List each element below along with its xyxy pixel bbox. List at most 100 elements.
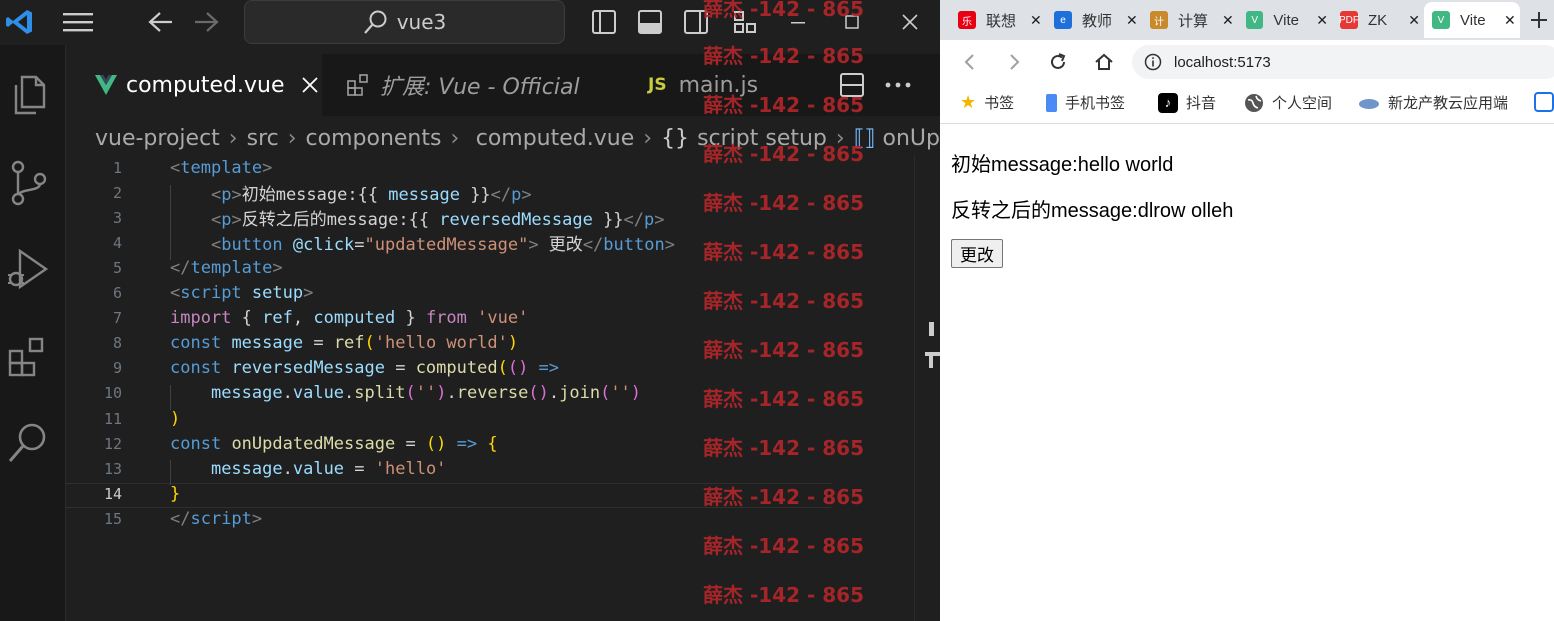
code-token: . xyxy=(282,383,293,404)
close-tab-icon[interactable]: ✕ xyxy=(1504,12,1516,29)
close-window-icon[interactable] xyxy=(896,6,924,38)
line-number: 7 xyxy=(112,309,122,328)
vscode-logo-icon xyxy=(0,0,40,44)
code-token: => xyxy=(528,358,560,379)
forward-icon[interactable] xyxy=(1000,48,1028,76)
tab-computed-vue[interactable]: computed.vue xyxy=(66,54,322,116)
breadcrumb-item[interactable]: vue-project xyxy=(95,126,220,151)
code-token: message xyxy=(388,185,460,206)
close-tab-icon[interactable] xyxy=(301,76,319,94)
original-message: 初始message:hello world xyxy=(951,154,1174,176)
forward-arrow-icon[interactable] xyxy=(188,0,224,44)
breadcrumb-item[interactable]: computed.vue xyxy=(476,126,635,151)
watermark-text: 薛杰 -142 - 865 xyxy=(703,436,864,460)
extensions-icon[interactable] xyxy=(0,329,56,385)
code-token: import xyxy=(170,308,232,329)
code-line[interactable]: 15 </script> xyxy=(66,506,914,531)
bookmark-item[interactable] xyxy=(1534,92,1554,112)
source-control-icon[interactable] xyxy=(0,155,56,211)
browser-tab[interactable]: 乐联想 ✕ xyxy=(950,2,1042,38)
explorer-icon[interactable] xyxy=(0,67,56,123)
tiktok-icon: ♪ xyxy=(1158,92,1178,113)
breadcrumb-item[interactable]: components xyxy=(306,126,442,151)
update-button[interactable]: 更改 xyxy=(951,239,1003,268)
bookmark-item[interactable]: 手机书签 xyxy=(1046,92,1125,113)
code-token: < xyxy=(210,235,222,256)
code-text: message.value.split('').reverse().join('… xyxy=(170,383,641,403)
line-number: 9 xyxy=(112,359,122,378)
more-actions-icon[interactable] xyxy=(882,69,914,101)
line-number: 11 xyxy=(103,409,122,428)
bookmark-label: 手机书签 xyxy=(1065,95,1126,112)
browser-tab[interactable]: PDF ZK ✕ xyxy=(1332,2,1420,38)
code-token: computed xyxy=(415,358,498,379)
home-icon[interactable] xyxy=(1090,48,1118,76)
favicon-icon: PDF xyxy=(1339,11,1359,29)
minimap[interactable] xyxy=(914,155,940,621)
run-debug-icon[interactable] xyxy=(0,241,56,297)
code-token: { xyxy=(487,433,498,454)
address-bar[interactable]: localhost:5173 xyxy=(1132,45,1554,79)
new-tab-icon[interactable] xyxy=(1524,4,1554,36)
code-token: < xyxy=(210,210,222,231)
breadcrumb-item[interactable]: src xyxy=(247,126,279,151)
favicon-icon: V xyxy=(1432,11,1450,29)
close-tab-icon[interactable]: ✕ xyxy=(1030,12,1042,29)
browser-tab-strip: 乐联想 ✕ e 教师 ✕ 计计算 ✕ V Vite ✕ PDF ZK ✕ V Vite ✕ xyxy=(940,0,1554,40)
browser-tab[interactable]: 计计算 ✕ xyxy=(1142,2,1234,38)
bookmark-item[interactable]: ★ 书签 xyxy=(960,92,1014,113)
watermark-text: 薛杰 -142 - 865 xyxy=(703,583,864,607)
code-token: 'hello' xyxy=(374,458,447,479)
star-icon: ★ xyxy=(960,92,977,112)
browser-window: 乐联想 ✕ e 教师 ✕ 计计算 ✕ V Vite ✕ PDF ZK ✕ V Vite ✕ localhost… xyxy=(940,0,1554,621)
close-tab-icon[interactable]: ✕ xyxy=(1408,12,1420,29)
code-text: </template> xyxy=(170,258,283,278)
back-icon[interactable] xyxy=(956,48,984,76)
close-tab-icon[interactable]: ✕ xyxy=(1222,12,1234,29)
code-token: ) xyxy=(507,333,519,354)
info-icon[interactable] xyxy=(1144,53,1162,71)
code-text: </script> xyxy=(170,509,262,529)
bookmarks-bar: ★ 书签 手机书签 ♪ 抖音 个人空间 新龙产教云应用端 xyxy=(940,84,1554,124)
code-token: = xyxy=(354,235,365,256)
watermark-text: 薛杰 -142 - 865 xyxy=(703,93,864,117)
code-token: () xyxy=(528,383,549,404)
code-token: > xyxy=(303,283,314,303)
browser-toolbar: localhost:5173 xyxy=(940,40,1554,84)
browser-tab[interactable]: e 教师 ✕ xyxy=(1046,2,1138,38)
watermark-text: 薛杰 -142 - 865 xyxy=(703,289,864,313)
browser-tab[interactable]: V Vite ✕ xyxy=(1238,2,1328,38)
search-panel-icon[interactable] xyxy=(0,415,56,471)
breadcrumb-item[interactable]: onUp xyxy=(883,126,940,151)
bookmark-item[interactable]: ♪ 抖音 xyxy=(1158,92,1216,113)
reload-icon[interactable] xyxy=(1044,48,1072,76)
code-token: 'hello world' xyxy=(374,333,508,354)
code-token: template xyxy=(180,157,263,178)
code-token: @click xyxy=(292,235,355,256)
bookmark-item[interactable]: 新龙产教云应用端 xyxy=(1358,92,1508,113)
code-token: > xyxy=(231,210,242,231)
command-center-search[interactable]: vue3 xyxy=(244,0,565,44)
code-token: p xyxy=(221,185,232,206)
code-token: value xyxy=(292,458,345,479)
code-token: 'vue' xyxy=(477,308,529,329)
code-token: < xyxy=(170,283,181,303)
favicon-icon: 乐 xyxy=(958,11,976,29)
code-token: </ xyxy=(490,185,512,206)
back-arrow-icon[interactable] xyxy=(143,0,179,44)
toggle-sidebar-icon[interactable] xyxy=(588,6,620,38)
menu-icon[interactable] xyxy=(58,0,98,44)
close-tab-icon[interactable]: ✕ xyxy=(1316,12,1328,29)
bookmark-item[interactable]: 个人空间 xyxy=(1244,92,1332,113)
code-token: => xyxy=(446,433,478,454)
close-tab-icon[interactable]: ✕ xyxy=(1126,12,1138,29)
tab-extension-vue-official[interactable]: 扩展: Vue - Official xyxy=(324,54,622,116)
browser-tab[interactable]: V Vite ✕ xyxy=(1424,2,1520,38)
code-token: p xyxy=(221,210,232,231)
toggle-panel-icon[interactable] xyxy=(634,6,666,38)
code-token: . xyxy=(344,383,355,404)
